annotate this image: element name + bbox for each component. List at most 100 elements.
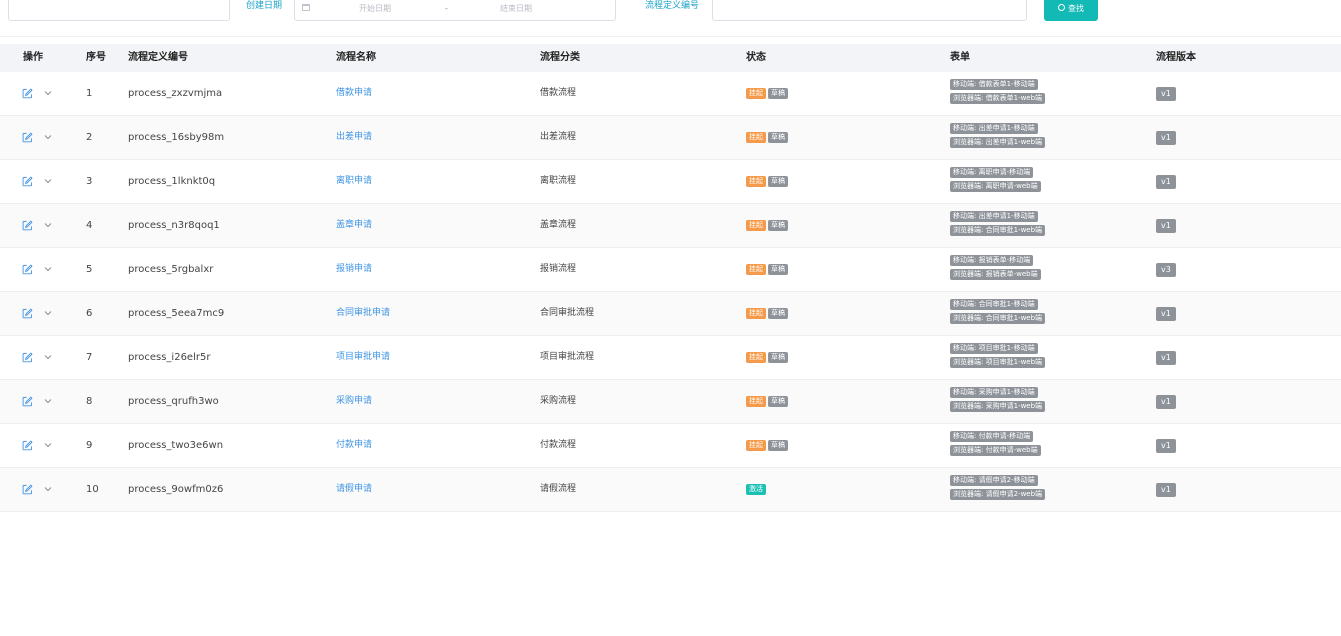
edit-icon[interactable] <box>22 220 33 231</box>
table-header: 操作 序号 流程定义编号 流程名称 流程分类 状态 表单 流程版本 <box>0 44 1341 72</box>
process-code-input[interactable] <box>712 0 1027 21</box>
row-category: 出差流程 <box>540 132 577 142</box>
chevron-down-icon[interactable] <box>44 354 52 360</box>
edit-icon[interactable] <box>22 352 33 363</box>
form-badge: 浏览器端: 合同审批1-web端 <box>950 225 1046 236</box>
row-category: 报销流程 <box>540 264 577 274</box>
row-index: 1 <box>86 88 93 99</box>
row-forms: 移动端: 报销表单-移动端 浏览器端: 报销表单-web端 <box>950 255 1150 283</box>
row-process-code: process_5rgbalxr <box>128 264 214 275</box>
status-badge: 挂起 <box>746 132 766 143</box>
status-badge: 挂起 <box>746 220 766 231</box>
table-row: 7 process_i26elr5r 项目审批申请 项目审批流程 挂起 草稿 移动端: 项目… <box>0 336 1341 380</box>
form-badge: 浏览器端: 借款表单1-web端 <box>950 93 1046 104</box>
end-date-placeholder[interactable]: 结束日期 <box>500 3 532 15</box>
chevron-down-icon[interactable] <box>44 486 52 492</box>
table-row: 2 process_16sby98m 出差申请 出差流程 挂起 草稿 移动端: 出差申请1-… <box>0 116 1341 160</box>
row-forms: 移动端: 出差申请1-移动端 浏览器端: 出差申请1-web端 <box>950 123 1150 151</box>
row-process-code: process_i26elr5r <box>128 352 211 363</box>
form-badge: 移动端: 报销表单-移动端 <box>950 255 1034 266</box>
row-forms: 移动端: 请假申请2-移动端 浏览器端: 请假申请2-web端 <box>950 475 1150 503</box>
form-badge: 浏览器端: 采购申请1-web端 <box>950 401 1046 412</box>
table-row: 6 process_5eea7mc9 合同审批申请 合同审批流程 挂起 草稿 移动端: 合同… <box>0 292 1341 336</box>
calendar-icon <box>302 4 310 11</box>
table-row: 3 process_1lknkt0q 离职申请 离职流程 挂起 草稿 移动端: 离职申请-移… <box>0 160 1341 204</box>
search-button[interactable]: 查找 <box>1044 0 1098 21</box>
chevron-down-icon[interactable] <box>44 134 52 140</box>
version-badge: v1 <box>1156 131 1176 145</box>
form-badge: 移动端: 采购申请1-移动端 <box>950 387 1038 398</box>
form-badge: 移动端: 出差申请1-移动端 <box>950 123 1038 134</box>
row-status: 挂起 草稿 <box>746 220 790 231</box>
filter-bar: 创建日期 开始日期 - 结束日期 流程定义编号 查找 <box>0 0 1341 37</box>
row-process-name-link[interactable]: 采购申请 <box>336 380 372 423</box>
row-forms: 移动端: 采购申请1-移动端 浏览器端: 采购申请1-web端 <box>950 387 1150 415</box>
start-date-placeholder[interactable]: 开始日期 <box>359 3 391 15</box>
edit-icon[interactable] <box>22 308 33 319</box>
row-process-name-link[interactable]: 请假申请 <box>336 468 372 511</box>
status-badge: 挂起 <box>746 264 766 275</box>
row-process-name-link[interactable]: 离职申请 <box>336 160 372 203</box>
chevron-down-icon[interactable] <box>44 442 52 448</box>
row-index: 8 <box>86 396 93 407</box>
row-process-name-link[interactable]: 项目审批申请 <box>336 336 390 379</box>
status-badge: 草稿 <box>768 132 788 143</box>
row-process-name-link[interactable]: 出差申请 <box>336 116 372 159</box>
row-forms: 移动端: 离职申请-移动端 浏览器端: 离职申请-web端 <box>950 167 1150 195</box>
row-process-code: process_two3e6wn <box>128 440 224 451</box>
status-badge: 挂起 <box>746 308 766 319</box>
status-badge: 激活 <box>746 484 766 495</box>
create-date-label: 创建日期 <box>246 1 283 11</box>
row-status: 挂起 草稿 <box>746 176 790 187</box>
form-badge: 移动端: 离职申请-移动端 <box>950 167 1034 178</box>
version-badge: v1 <box>1156 395 1176 409</box>
edit-icon[interactable] <box>22 396 33 407</box>
edit-icon[interactable] <box>22 264 33 275</box>
row-process-name-link[interactable]: 报销申请 <box>336 248 372 291</box>
form-badge: 移动端: 出差申请1-移动端 <box>950 211 1038 222</box>
table-row: 10 process_9owfm0z6 请假申请 请假流程 激活 移动端: 请假申请2-移… <box>0 468 1341 512</box>
edit-icon[interactable] <box>22 440 33 451</box>
row-index: 2 <box>86 132 93 143</box>
row-forms: 移动端: 借款表单1-移动端 浏览器端: 借款表单1-web端 <box>950 79 1150 107</box>
edit-icon[interactable] <box>22 88 33 99</box>
form-badge: 浏览器端: 离职申请-web端 <box>950 181 1041 192</box>
row-process-name-link[interactable]: 借款申请 <box>336 72 372 115</box>
version-badge: v1 <box>1156 439 1176 453</box>
search-icon <box>1058 4 1065 11</box>
date-range-picker[interactable]: 开始日期 - 结束日期 <box>294 0 616 21</box>
row-status: 挂起 草稿 <box>746 132 790 143</box>
row-forms: 移动端: 出差申请1-移动端 浏览器端: 合同审批1-web端 <box>950 211 1150 239</box>
keyword-input[interactable] <box>8 0 230 21</box>
header-action: 操作 <box>23 52 43 63</box>
row-status: 挂起 草稿 <box>746 396 790 407</box>
search-button-label: 查找 <box>1068 4 1084 13</box>
row-forms: 移动端: 合同审批1-移动端 浏览器端: 合同审批1-web端 <box>950 299 1150 327</box>
chevron-down-icon[interactable] <box>44 266 52 272</box>
table-row: 5 process_5rgbalxr 报销申请 报销流程 挂起 草稿 移动端: 报销表单-移… <box>0 248 1341 292</box>
row-index: 3 <box>86 176 93 187</box>
form-badge: 浏览器端: 出差申请1-web端 <box>950 137 1046 148</box>
header-form: 表单 <box>950 52 970 63</box>
chevron-down-icon[interactable] <box>44 398 52 404</box>
row-status: 挂起 草稿 <box>746 308 790 319</box>
row-process-code: process_zxzvmjma <box>128 88 223 99</box>
header-name: 流程名称 <box>336 52 376 63</box>
row-process-name-link[interactable]: 盖章申请 <box>336 204 372 247</box>
edit-icon[interactable] <box>22 484 33 495</box>
row-process-name-link[interactable]: 付款申请 <box>336 424 372 467</box>
chevron-down-icon[interactable] <box>44 222 52 228</box>
row-process-name-link[interactable]: 合同审批申请 <box>336 292 390 335</box>
status-badge: 挂起 <box>746 440 766 451</box>
edit-icon[interactable] <box>22 132 33 143</box>
form-badge: 移动端: 合同审批1-移动端 <box>950 299 1038 310</box>
table-row: 1 process_zxzvmjma 借款申请 借款流程 挂起 草稿 移动端: 借款表单1-… <box>0 72 1341 116</box>
row-index: 9 <box>86 440 93 451</box>
row-index: 5 <box>86 264 93 275</box>
chevron-down-icon[interactable] <box>44 178 52 184</box>
chevron-down-icon[interactable] <box>44 310 52 316</box>
chevron-down-icon[interactable] <box>44 90 52 96</box>
process-code-label: 流程定义编号 <box>645 1 700 11</box>
table-row: 4 process_n3r8qoq1 盖章申请 盖章流程 挂起 草稿 移动端: 出差申请1-… <box>0 204 1341 248</box>
edit-icon[interactable] <box>22 176 33 187</box>
